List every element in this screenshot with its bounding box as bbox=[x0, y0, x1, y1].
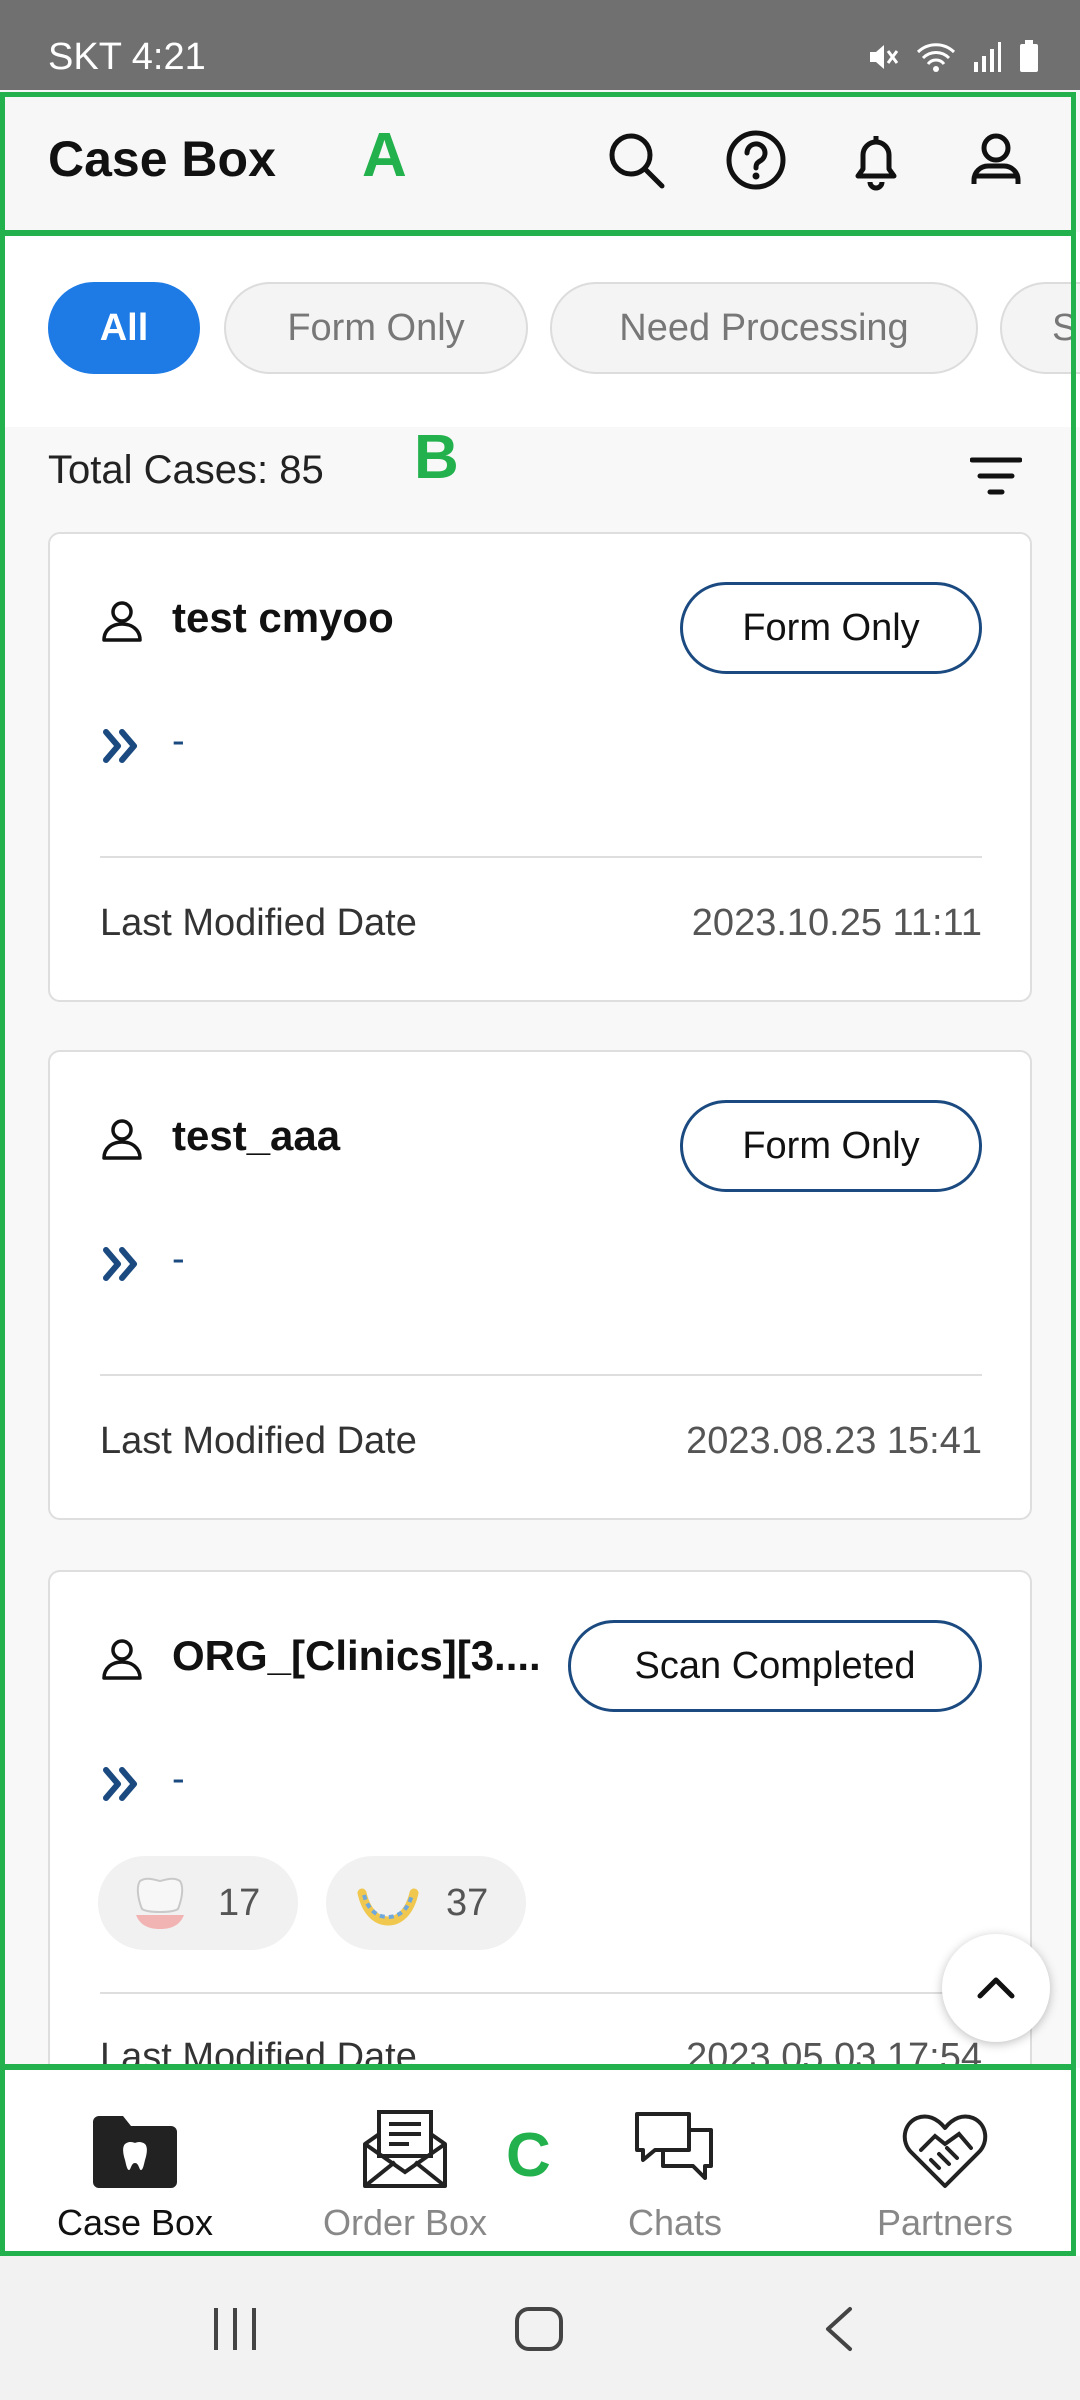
home-icon[interactable] bbox=[514, 2306, 564, 2352]
battery-icon bbox=[1020, 40, 1038, 72]
wifi-icon bbox=[916, 43, 956, 72]
mute-icon bbox=[870, 45, 899, 69]
system-nav-bar bbox=[0, 2256, 1080, 2400]
annotation-box-b bbox=[0, 230, 1076, 2070]
annotation-box-c bbox=[0, 2064, 1076, 2256]
status-bar: SKT 4:21 bbox=[0, 0, 1080, 90]
recent-apps-icon[interactable] bbox=[210, 2306, 260, 2352]
status-icons bbox=[866, 40, 1040, 74]
annotation-box-a bbox=[0, 92, 1076, 236]
carrier-time: SKT 4:21 bbox=[48, 36, 206, 78]
signal-icon bbox=[974, 42, 1001, 72]
back-icon[interactable] bbox=[820, 2306, 860, 2352]
